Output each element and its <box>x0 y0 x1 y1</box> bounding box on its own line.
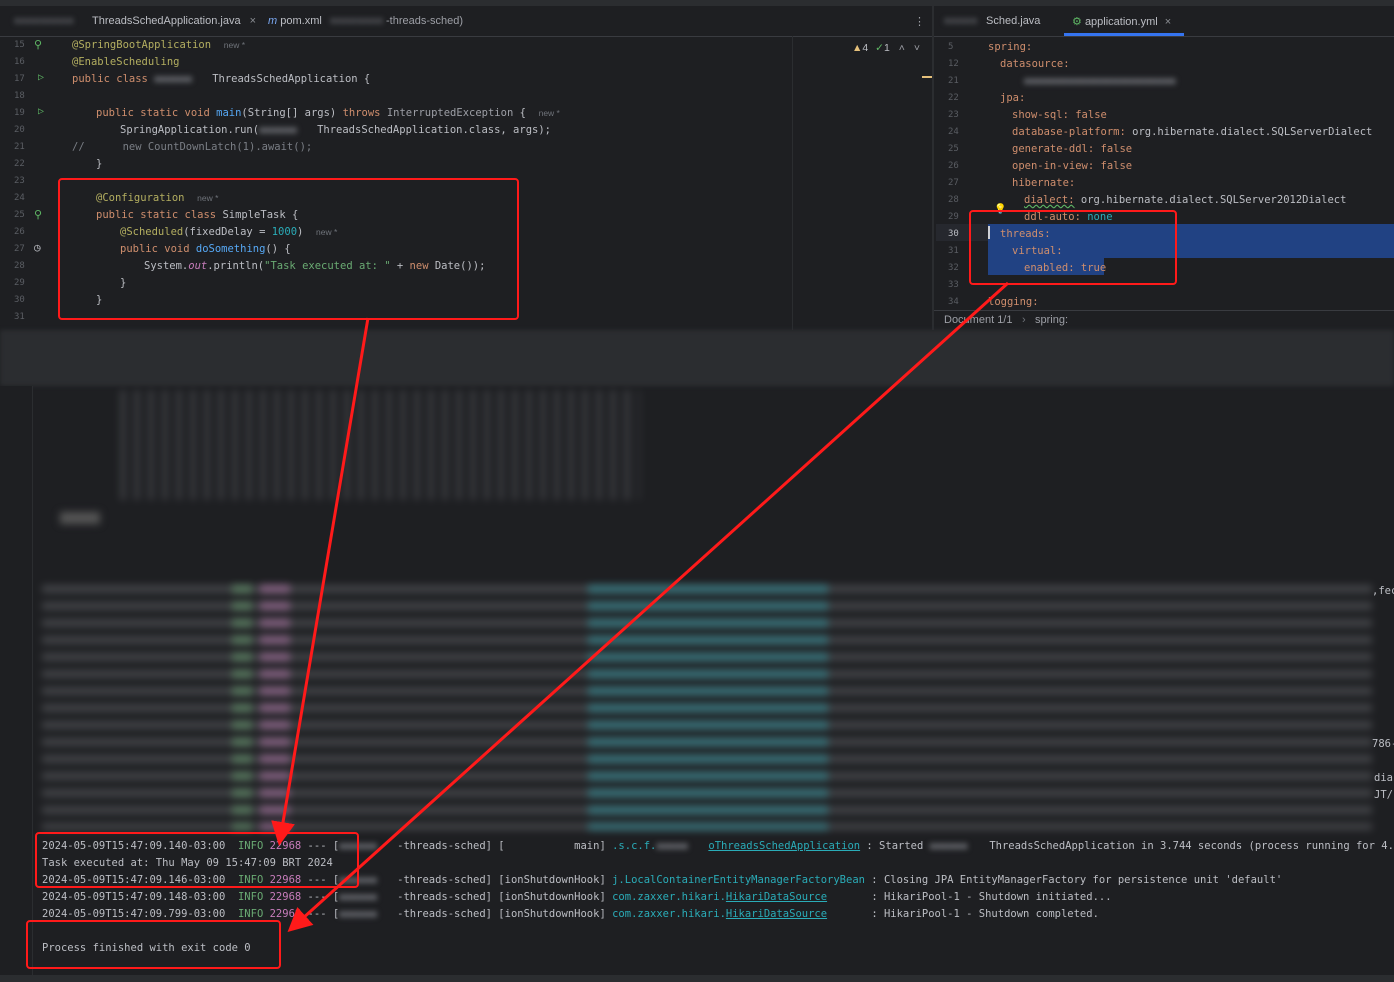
arrow-to-exit-code <box>287 281 1010 933</box>
arrow-to-task-output <box>271 317 370 846</box>
annotation-arrows <box>271 281 1010 933</box>
